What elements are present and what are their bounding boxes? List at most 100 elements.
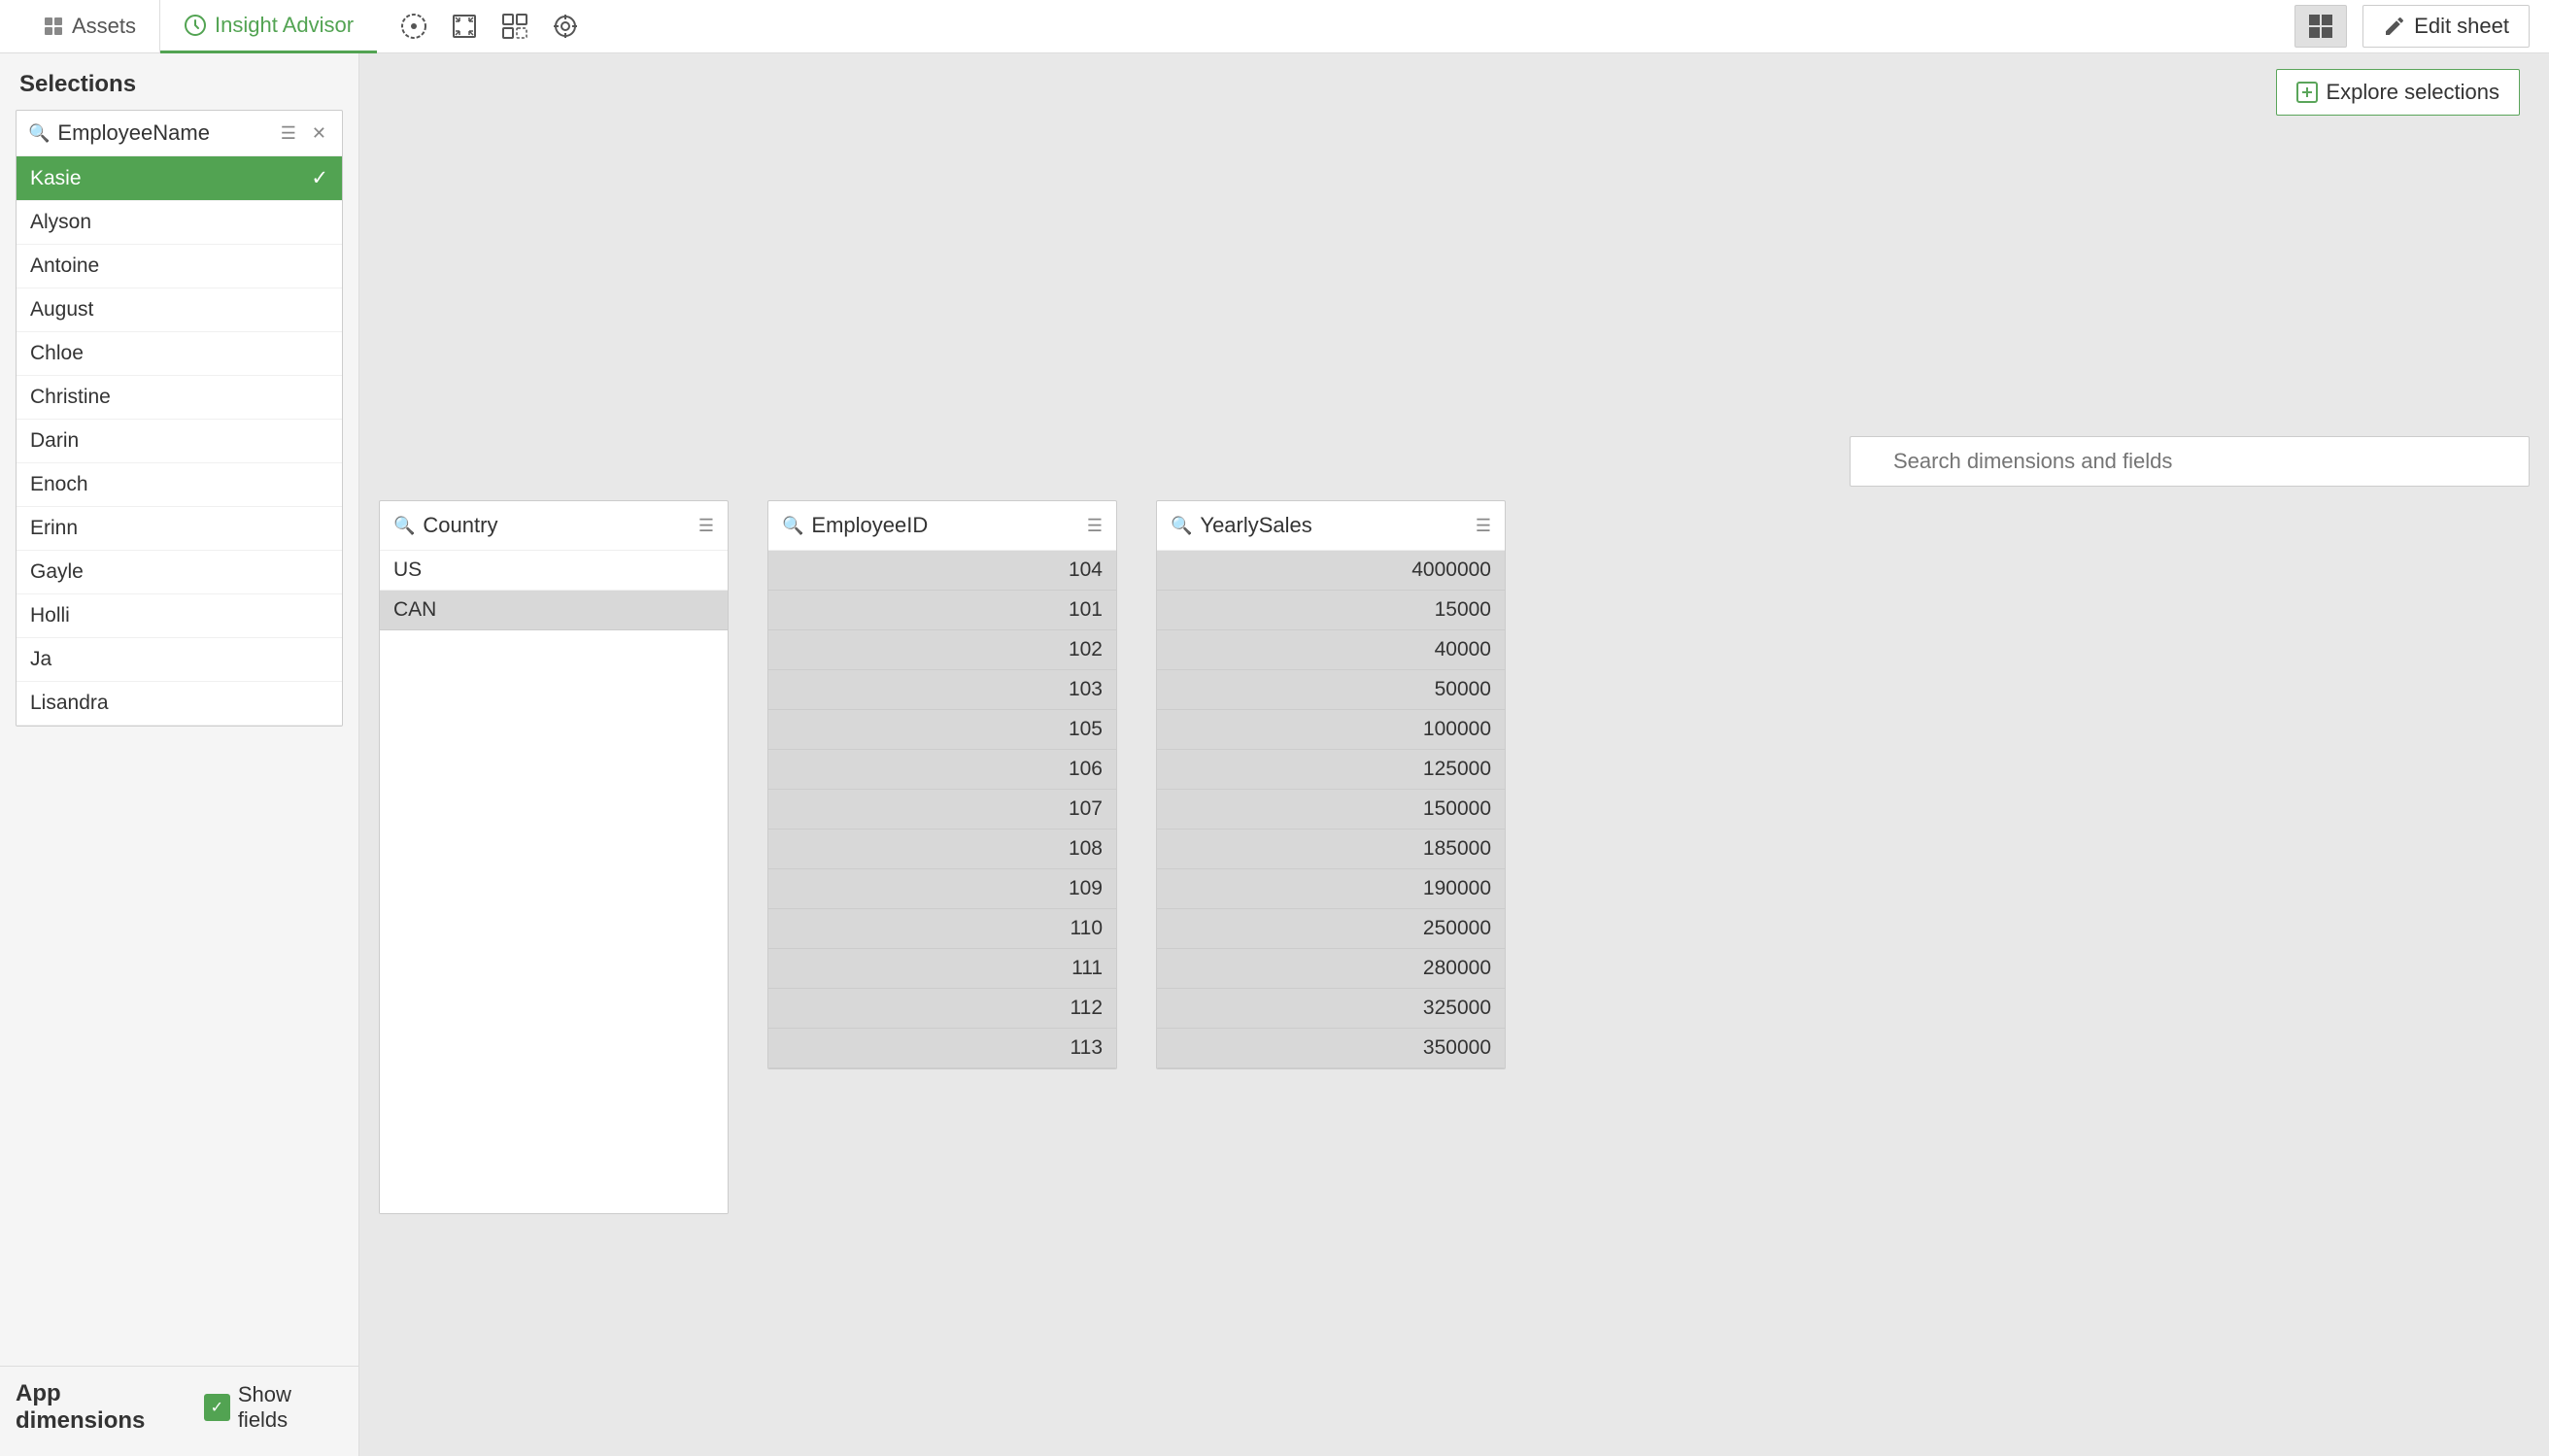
country-card: 🔍 Country ☰ US CAN xyxy=(379,500,729,1214)
filter-box: 🔍 EmployeeName ☰ ✕ Kasie ✓ Alyson Antoin… xyxy=(16,110,343,727)
employeeid-row-7[interactable]: 108 xyxy=(768,830,1116,869)
icon-tools xyxy=(396,9,583,44)
yearlysales-row-3[interactable]: 50000 xyxy=(1157,670,1505,710)
yearlysales-row-0[interactable]: 4000000 xyxy=(1157,551,1505,591)
filter-item[interactable]: Antoine xyxy=(17,245,342,288)
right-main: Explore selections 🔍 🔍 Country xyxy=(359,53,2549,1456)
filter-item[interactable]: Christine xyxy=(17,376,342,420)
yearlysales-search-icon: 🔍 xyxy=(1171,516,1192,536)
employeeid-row-5[interactable]: 106 xyxy=(768,750,1116,790)
country-row-us[interactable]: US xyxy=(380,551,728,591)
employeeid-row-9[interactable]: 110 xyxy=(768,909,1116,949)
employeeid-card: 🔍 EmployeeID ☰ 104 101 102 103 105 106 1… xyxy=(767,500,1117,1069)
country-empty xyxy=(380,630,728,1213)
employeeid-card-title: EmployeeID xyxy=(811,513,1078,538)
search-dimensions-input[interactable] xyxy=(1850,436,2530,487)
edit-icon xyxy=(2383,15,2406,38)
yearlysales-row-7[interactable]: 185000 xyxy=(1157,830,1505,869)
tab-assets[interactable]: Assets xyxy=(19,0,160,53)
app-dimensions-section: App dimensions ✓ Show fields xyxy=(0,1366,358,1456)
yearlysales-row-4[interactable]: 100000 xyxy=(1157,710,1505,750)
grid-select-icon[interactable] xyxy=(497,9,532,44)
grid-view-icon xyxy=(2307,13,2334,40)
target-icon[interactable] xyxy=(548,9,583,44)
filter-item[interactable]: Chloe xyxy=(17,332,342,376)
filter-title: EmployeeName xyxy=(57,120,268,146)
app-dimensions-header: App dimensions ✓ Show fields xyxy=(16,1380,343,1435)
main-content: Selections 🔍 EmployeeName ☰ ✕ Kasie ✓ Al… xyxy=(0,53,2549,1456)
grid-view-button[interactable] xyxy=(2294,5,2347,48)
yearlysales-menu-icon[interactable]: ☰ xyxy=(1476,516,1491,536)
yearlysales-row-5[interactable]: 125000 xyxy=(1157,750,1505,790)
employeeid-row-11[interactable]: 112 xyxy=(768,989,1116,1029)
insight-icon xyxy=(184,14,207,37)
yearlysales-row-8[interactable]: 190000 xyxy=(1157,869,1505,909)
filter-item[interactable]: Holli xyxy=(17,594,342,638)
employeeid-menu-icon[interactable]: ☰ xyxy=(1087,516,1103,536)
filter-item[interactable]: Gayle xyxy=(17,551,342,594)
employeeid-row-1[interactable]: 101 xyxy=(768,591,1116,630)
selections-title: Selections xyxy=(19,71,136,98)
dimension-cards-row: 🔍 Country ☰ US CAN 🔍 EmployeeID ☰ 10 xyxy=(379,500,2530,1442)
search-wrapper: 🔍 xyxy=(1850,436,2530,487)
filter-item[interactable]: August xyxy=(17,288,342,332)
yearlysales-card-title: YearlySales xyxy=(1200,513,1467,538)
search-area: 🔍 xyxy=(379,436,2530,487)
yearlysales-row-9[interactable]: 250000 xyxy=(1157,909,1505,949)
employeeid-row-6[interactable]: 107 xyxy=(768,790,1116,830)
employeeid-row-10[interactable]: 111 xyxy=(768,949,1116,989)
yearlysales-row-11[interactable]: 325000 xyxy=(1157,989,1505,1029)
country-row-can[interactable]: CAN xyxy=(380,591,728,630)
filter-list-icon[interactable]: ☰ xyxy=(277,121,300,146)
dimensions-area: 🔍 🔍 Country ☰ US CAN xyxy=(359,423,2549,1456)
edit-sheet-button[interactable]: Edit sheet xyxy=(2362,5,2530,48)
filter-item[interactable]: Alyson xyxy=(17,201,342,245)
country-card-header: 🔍 Country ☰ xyxy=(380,501,728,551)
filter-item[interactable]: Lisandra xyxy=(17,682,342,726)
explore-icon xyxy=(2296,82,2318,103)
filter-search-icon: 🔍 xyxy=(28,123,50,144)
edit-sheet-label: Edit sheet xyxy=(2414,14,2509,39)
selections-header: Selections xyxy=(0,53,358,110)
yearlysales-row-1[interactable]: 15000 xyxy=(1157,591,1505,630)
app-dimensions-title: App dimensions xyxy=(16,1380,190,1435)
lasso-icon[interactable] xyxy=(396,9,431,44)
yearlysales-row-2[interactable]: 40000 xyxy=(1157,630,1505,670)
employeeid-row-8[interactable]: 109 xyxy=(768,869,1116,909)
explore-selections-label: Explore selections xyxy=(2326,80,2499,105)
employeeid-row-4[interactable]: 105 xyxy=(768,710,1116,750)
selections-section: Selections 🔍 EmployeeName ☰ ✕ Kasie ✓ Al… xyxy=(0,53,358,1366)
show-fields-checkbox[interactable]: ✓ xyxy=(204,1394,230,1421)
filter-item[interactable]: Enoch xyxy=(17,463,342,507)
left-panel: Selections 🔍 EmployeeName ☰ ✕ Kasie ✓ Al… xyxy=(0,53,359,1456)
country-menu-icon[interactable]: ☰ xyxy=(698,516,714,536)
yearlysales-row-10[interactable]: 280000 xyxy=(1157,949,1505,989)
filter-item[interactable]: Ja xyxy=(17,638,342,682)
topbar-right: Edit sheet xyxy=(2294,5,2530,48)
filter-box-header: 🔍 EmployeeName ☰ ✕ xyxy=(17,111,342,156)
employeeid-row-12[interactable]: 113 xyxy=(768,1029,1116,1068)
tab-insight[interactable]: Insight Advisor xyxy=(160,0,377,53)
explore-selections-container: Explore selections xyxy=(2276,69,2520,116)
employeeid-search-icon: 🔍 xyxy=(782,516,803,536)
country-card-title: Country xyxy=(423,513,690,538)
show-fields-toggle[interactable]: ✓ Show fields xyxy=(204,1382,343,1433)
employeeid-row-3[interactable]: 103 xyxy=(768,670,1116,710)
filter-item-selected[interactable]: Kasie ✓ xyxy=(17,156,342,201)
yearlysales-row-12[interactable]: 350000 xyxy=(1157,1029,1505,1068)
yearlysales-row-6[interactable]: 150000 xyxy=(1157,790,1505,830)
employeeid-card-header: 🔍 EmployeeID ☰ xyxy=(768,501,1116,551)
expand-icon[interactable] xyxy=(447,9,482,44)
filter-item[interactable]: Darin xyxy=(17,420,342,463)
employeeid-row-0[interactable]: 104 xyxy=(768,551,1116,591)
employeeid-row-2[interactable]: 102 xyxy=(768,630,1116,670)
country-search-icon: 🔍 xyxy=(393,516,415,536)
explore-selections-button[interactable]: Explore selections xyxy=(2276,69,2520,116)
show-fields-label-text: Show fields xyxy=(238,1382,343,1433)
filter-close-icon[interactable]: ✕ xyxy=(308,121,330,146)
checkmark-icon: ✓ xyxy=(311,166,328,190)
assets-tab-label: Assets xyxy=(72,14,136,39)
topbar-left: Assets Insight Advisor xyxy=(19,0,2285,53)
filter-item[interactable]: Erinn xyxy=(17,507,342,551)
assets-icon xyxy=(43,16,64,37)
